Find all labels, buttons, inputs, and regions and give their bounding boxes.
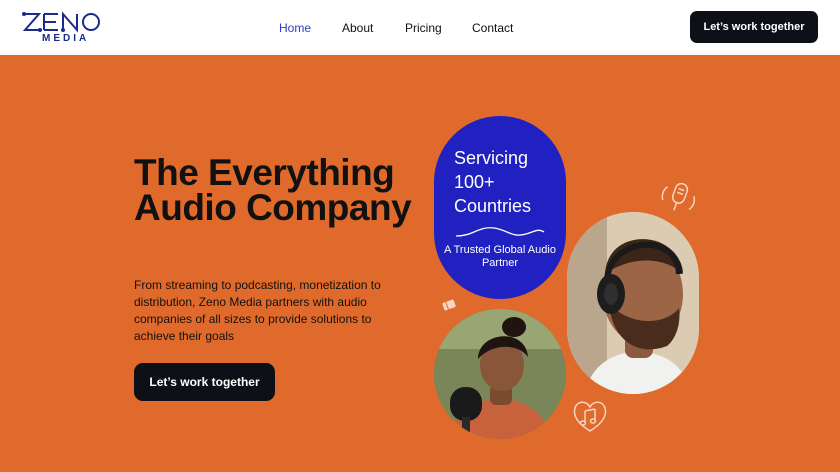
woman-podcasting-photo — [434, 309, 566, 439]
hero-work-together-button[interactable]: Let’s work together — [134, 363, 275, 401]
wave-icon — [455, 227, 545, 237]
stat-pill-text: Servicing 100+ Countries — [454, 148, 532, 216]
hero-headline: The Everything Audio Company — [134, 152, 412, 228]
stat-pill: Servicing 100+ Countries A Trusted Globa… — [434, 116, 566, 299]
top-navbar: MEDIA Home About Pricing Contact Let’s w… — [0, 0, 840, 55]
man-illustration — [567, 212, 699, 394]
nav-link-contact[interactable]: Contact — [472, 20, 513, 36]
hero-section: The Everything Audio Company From stream… — [0, 55, 840, 472]
microphone-icon — [661, 182, 696, 211]
music-heart-icon — [573, 401, 607, 432]
nav-work-together-button[interactable]: Let’s work together — [690, 11, 818, 43]
man-with-headphones-photo — [567, 212, 699, 394]
nav-link-pricing[interactable]: Pricing — [405, 20, 442, 36]
ticket-icon — [442, 299, 456, 311]
stat-pill-caption: A Trusted Global Audio Partner — [444, 244, 556, 269]
hero-subtext: From streaming to podcasting, monetizati… — [134, 278, 381, 343]
nav-link-home[interactable]: Home — [279, 20, 311, 36]
woman-illustration — [434, 309, 566, 439]
nav-link-about[interactable]: About — [342, 20, 373, 36]
